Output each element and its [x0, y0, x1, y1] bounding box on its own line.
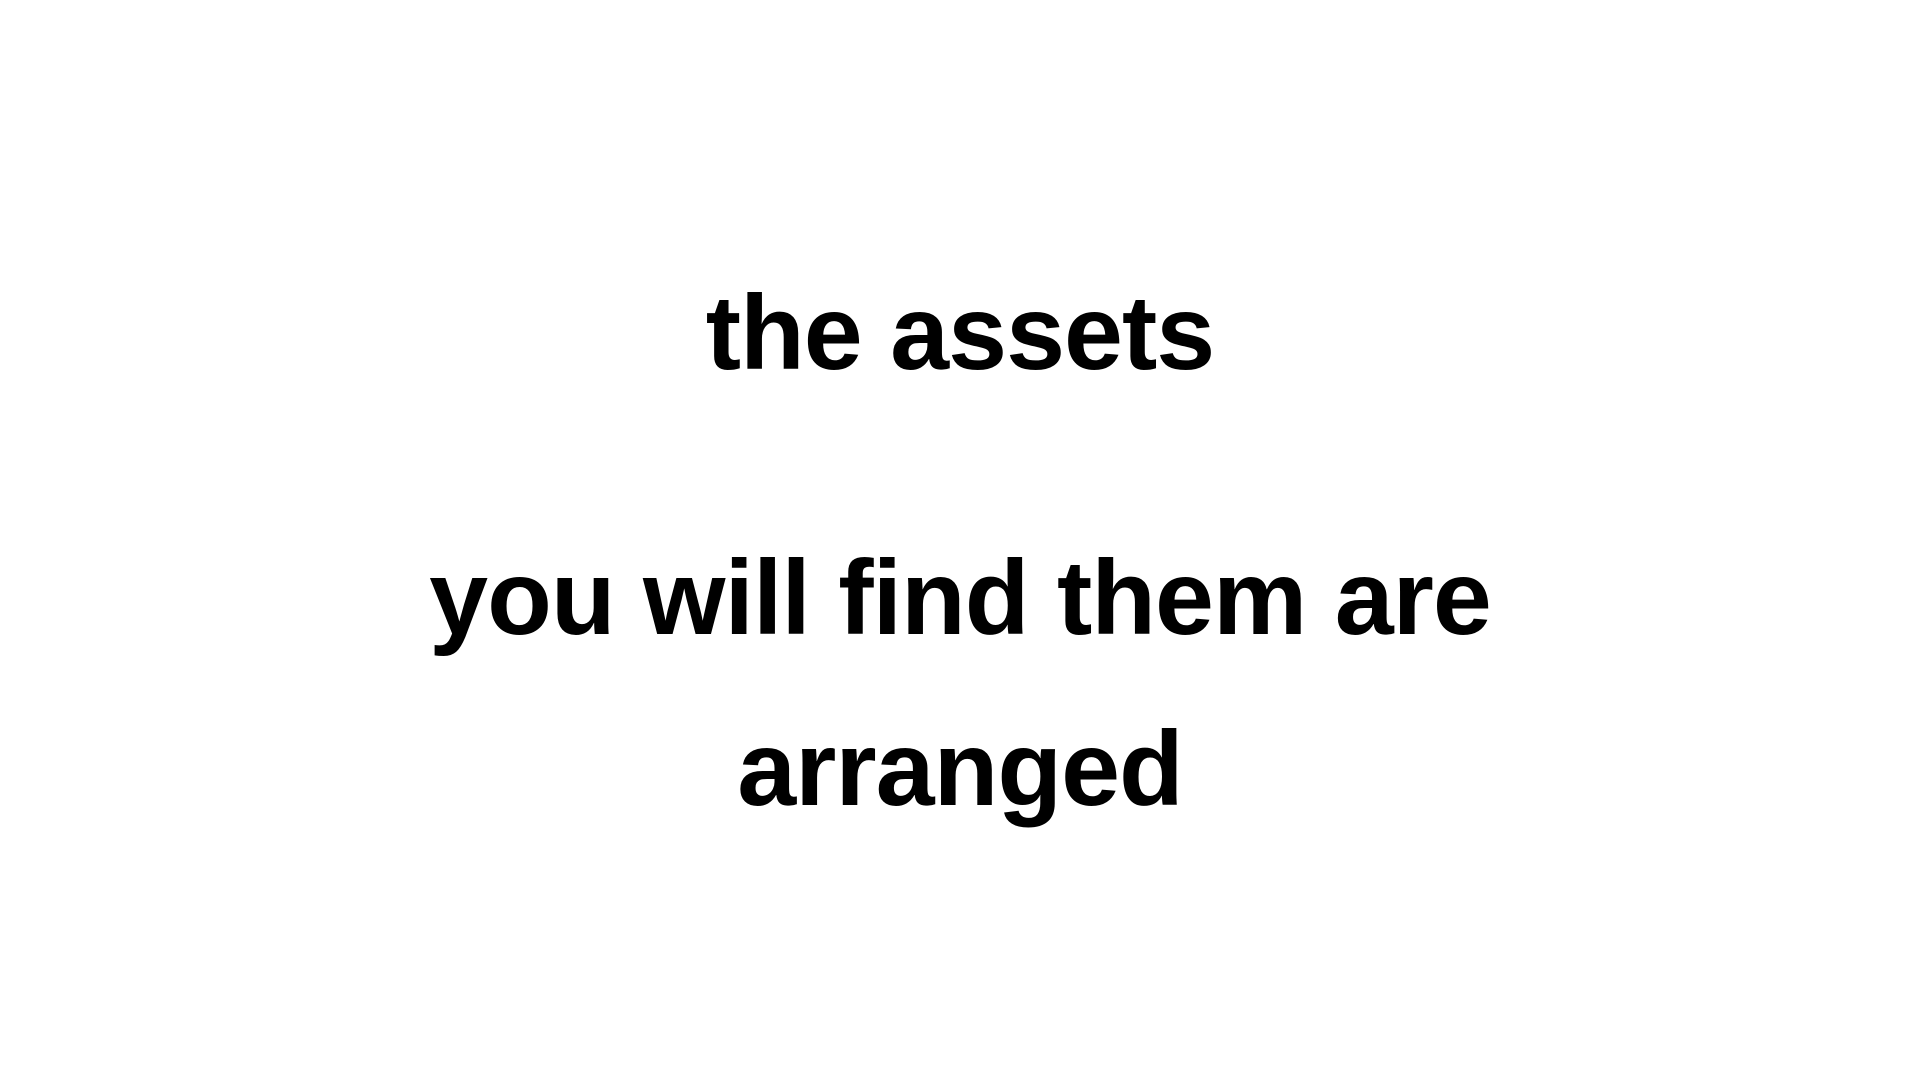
body-line-1: you will find them are	[429, 539, 1492, 657]
heading-line-1: the assets	[705, 274, 1216, 392]
body-line-2: arranged	[737, 710, 1184, 828]
